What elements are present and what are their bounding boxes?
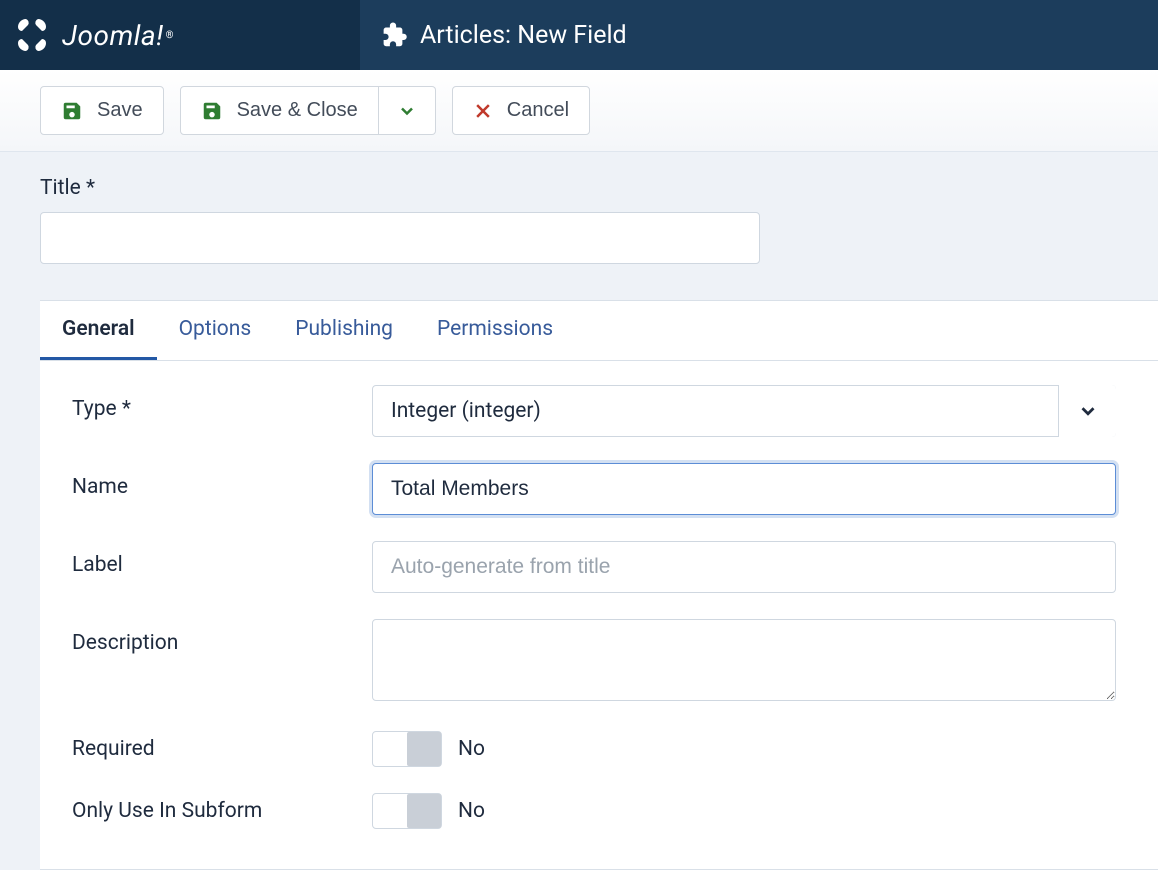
label-input[interactable] (372, 541, 1116, 593)
row-label: Label (72, 541, 1118, 593)
save-label: Save (97, 99, 143, 122)
toggle-knob (407, 732, 441, 766)
title-input[interactable] (40, 212, 760, 264)
row-required: Required No (72, 731, 1118, 767)
only-subform-label: Only Use In Subform (72, 799, 372, 823)
row-type: Type * Integer (integer) (72, 385, 1118, 437)
joomla-logo-icon (10, 13, 54, 57)
save-button[interactable]: Save (40, 86, 164, 135)
label-label: Label (72, 541, 372, 577)
tab-general[interactable]: General (40, 301, 157, 360)
tab-permissions[interactable]: Permissions (415, 301, 575, 360)
row-only-subform: Only Use In Subform No (72, 793, 1118, 829)
cancel-button[interactable]: Cancel (452, 86, 590, 135)
content-area: Title * General Options Publishing Permi… (0, 152, 1158, 870)
puzzle-piece-icon (378, 20, 408, 50)
type-select-value: Integer (integer) (372, 385, 1116, 437)
required-value-label: No (458, 737, 485, 761)
tab-strip: General Options Publishing Permissions (40, 301, 1158, 361)
brand-name: Joomla! (62, 19, 164, 52)
tab-options[interactable]: Options (157, 301, 274, 360)
page-title: Articles: New Field (420, 21, 627, 50)
row-name: Name (72, 463, 1118, 515)
page-title-area: Articles: New Field (360, 0, 627, 70)
only-subform-value-label: No (458, 799, 485, 823)
name-label: Name (72, 463, 372, 499)
save-icon (61, 100, 83, 122)
form-body: Type * Integer (integer) Name Label (40, 361, 1158, 829)
save-dropdown-button[interactable] (379, 86, 436, 135)
save-icon (201, 100, 223, 122)
tab-publishing[interactable]: Publishing (273, 301, 415, 360)
chevron-down-icon (397, 101, 417, 121)
save-close-group: Save & Close (180, 86, 436, 135)
chevron-down-icon (1077, 400, 1099, 422)
brand-area: Joomla! ® (0, 0, 360, 70)
cancel-label: Cancel (507, 99, 569, 122)
name-input[interactable] (372, 463, 1116, 515)
close-icon (473, 101, 493, 121)
required-label: Required (72, 737, 372, 761)
only-subform-toggle[interactable] (372, 793, 442, 829)
description-textarea[interactable] (372, 619, 1116, 701)
registered-mark: ® (166, 30, 174, 41)
type-select-caret[interactable] (1058, 385, 1116, 437)
type-select[interactable]: Integer (integer) (372, 385, 1116, 437)
toolbar: Save Save & Close Cancel (0, 70, 1158, 152)
row-description: Description (72, 619, 1118, 705)
save-close-button[interactable]: Save & Close (180, 86, 379, 135)
title-label: Title * (40, 176, 1158, 200)
tab-panel: General Options Publishing Permissions T… (40, 300, 1158, 870)
save-close-label: Save & Close (237, 99, 358, 122)
toggle-knob (407, 794, 441, 828)
required-toggle[interactable] (372, 731, 442, 767)
top-bar: Joomla! ® Articles: New Field (0, 0, 1158, 70)
type-label: Type * (72, 385, 372, 421)
description-label: Description (72, 619, 372, 655)
